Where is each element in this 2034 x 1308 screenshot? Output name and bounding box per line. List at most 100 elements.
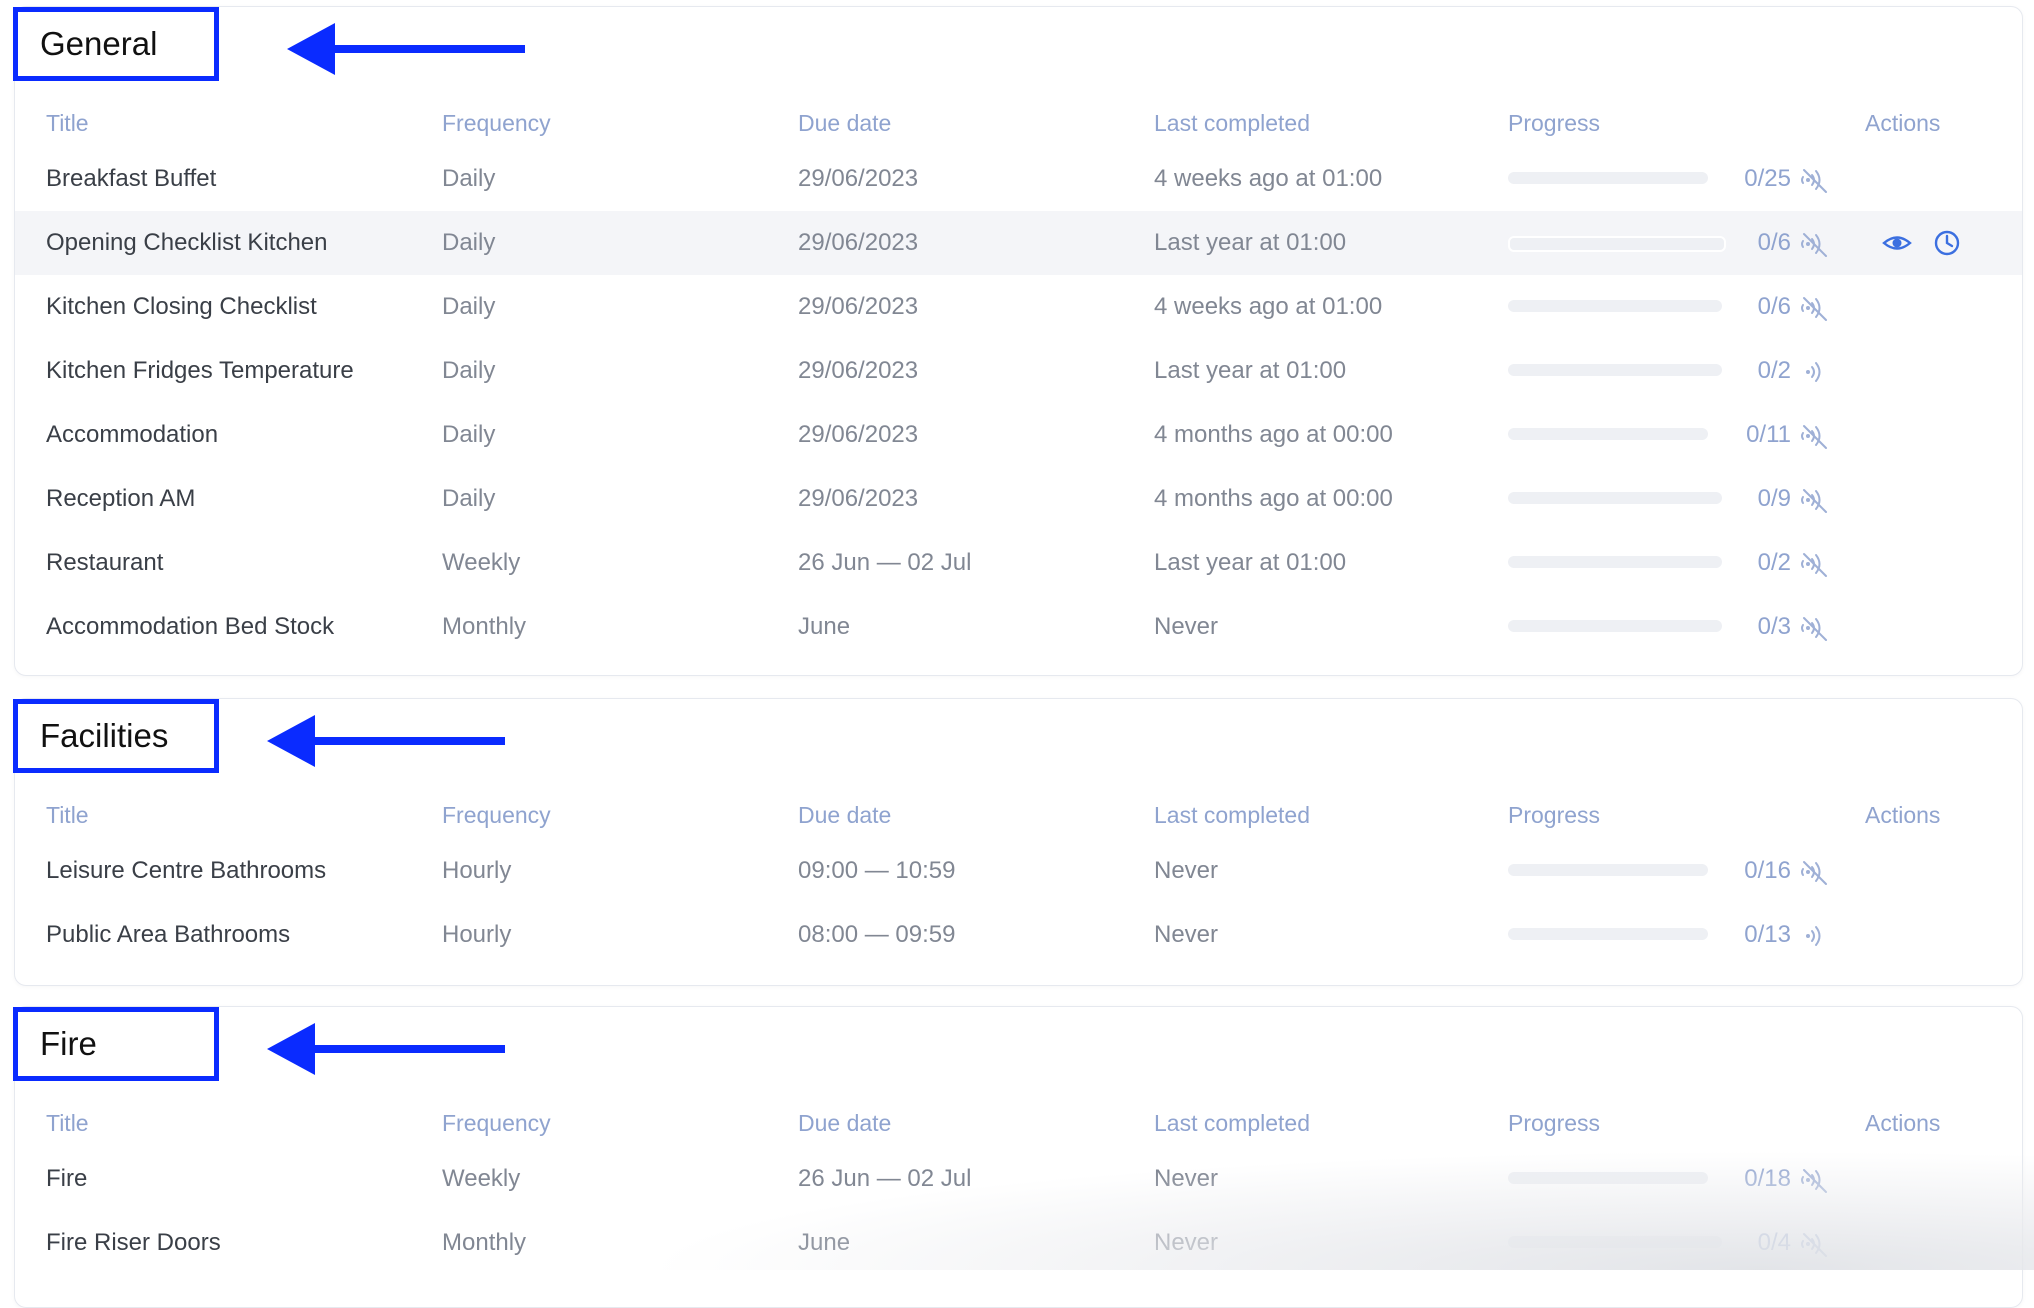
row-due-date: 08:00 — 09:59 [798, 921, 956, 948]
table-row[interactable]: Kitchen Closing Checklist Daily 29/06/2023… [15, 275, 2022, 339]
row-last-completed: 4 weeks ago at 01:00 [1154, 293, 1383, 320]
table-row[interactable]: Accommodation Bed Stock Monthly June Never 0… [15, 595, 2022, 659]
column-frequency: Frequency [442, 110, 551, 136]
section-card-facilities: Facilities Title Frequency Due date Last com… [13, 698, 2023, 986]
table-row[interactable]: Reception AM Daily 29/06/2023 4 months ago … [15, 467, 2022, 531]
row-title[interactable]: Opening Checklist Kitchen [46, 211, 327, 275]
row-frequency: Daily [442, 421, 496, 448]
section-title: Fire [13, 1007, 219, 1081]
progress-count: 0/6 [1757, 229, 1791, 256]
sensor-off-icon [1801, 425, 1827, 449]
row-last-completed: 4 months ago at 00:00 [1154, 421, 1393, 448]
column-actions: Actions [1865, 1110, 1941, 1136]
progress-count: 0/9 [1757, 485, 1791, 512]
row-frequency: Monthly [442, 613, 527, 640]
row-title[interactable]: Accommodation Bed Stock [46, 595, 334, 659]
row-due-date: 29/06/2023 [798, 293, 919, 320]
section-title: General [13, 7, 219, 81]
sensor-off-icon [1801, 297, 1827, 321]
table-row[interactable]: Fire Riser Doors Monthly June Never 0/4 [15, 1211, 2022, 1275]
row-frequency: Weekly [442, 549, 521, 576]
row-title[interactable]: Reception AM [46, 467, 195, 531]
row-last-completed: Never [1154, 1229, 1219, 1256]
progress-count: 0/11 [1746, 421, 1791, 448]
table-row[interactable]: Opening Checklist Kitchen Daily 29/06/2023… [15, 211, 2022, 275]
row-title[interactable]: Kitchen Closing Checklist [46, 275, 317, 339]
progress-count: 0/16 [1744, 857, 1791, 884]
row-title[interactable]: Kitchen Fridges Temperature [46, 339, 354, 403]
progress-bar [1508, 620, 1722, 632]
table-row[interactable]: Public Area Bathrooms Hourly 08:00 — 09:59… [15, 903, 2022, 967]
row-last-completed: Never [1154, 857, 1219, 884]
row-frequency: Daily [442, 485, 496, 512]
row-last-completed: 4 weeks ago at 01:00 [1154, 165, 1383, 192]
progress-count: 0/4 [1757, 1229, 1791, 1256]
row-title[interactable]: Breakfast Buffet [46, 147, 216, 211]
column-last-completed: Last completed [1154, 802, 1310, 828]
column-frequency: Frequency [442, 1110, 551, 1136]
row-frequency: Hourly [442, 921, 512, 948]
sensor-off-icon [1801, 1169, 1827, 1193]
row-title[interactable]: Leisure Centre Bathrooms [46, 839, 326, 903]
sensor-on-icon [1806, 926, 1821, 946]
row-title[interactable]: Accommodation [46, 403, 218, 467]
progress-count: 0/13 [1744, 921, 1791, 948]
column-title: Title [46, 1110, 89, 1136]
row-due-date: 26 Jun — 02 Jul [798, 549, 972, 576]
table-row[interactable]: Leisure Centre Bathrooms Hourly 09:00 — 10… [15, 839, 2022, 903]
row-due-date: 29/06/2023 [798, 165, 919, 192]
progress-count: 0/2 [1757, 549, 1791, 576]
row-frequency: Daily [442, 293, 496, 320]
eye-icon[interactable] [1881, 227, 1913, 259]
row-title[interactable]: Public Area Bathrooms [46, 903, 290, 967]
column-progress: Progress [1508, 1110, 1601, 1136]
row-last-completed: Last year at 01:00 [1154, 549, 1347, 576]
clock-icon[interactable] [1931, 227, 1963, 259]
row-title[interactable]: Fire Riser Doors [46, 1211, 221, 1275]
progress-count: 0/25 [1744, 165, 1791, 192]
progress-count: 0/6 [1757, 293, 1791, 320]
annotation-arrow-icon [267, 715, 505, 767]
progress-bar [1508, 428, 1708, 440]
row-due-date: 29/06/2023 [798, 421, 919, 448]
column-due-date: Due date [798, 1110, 892, 1136]
section-card-fire: Fire Title Frequency Due date Last completed… [13, 1006, 2023, 1308]
row-due-date: 09:00 — 10:59 [798, 857, 956, 884]
sensor-off-icon [1801, 489, 1827, 513]
progress-bar [1508, 300, 1722, 312]
row-last-completed: Last year at 01:00 [1154, 357, 1347, 384]
annotation-arrow-icon [287, 23, 525, 75]
table-row[interactable]: Restaurant Weekly 26 Jun — 02 Jul Last year… [15, 531, 2022, 595]
annotation-arrow-icon [267, 1023, 505, 1075]
table-row[interactable]: Breakfast Buffet Daily 29/06/2023 4 weeks a… [15, 147, 2022, 211]
table-row[interactable]: Fire Weekly 26 Jun — 02 Jul Never 0/18 [15, 1147, 2022, 1211]
row-frequency: Weekly [442, 1165, 521, 1192]
row-title[interactable]: Restaurant [46, 531, 163, 595]
progress-count: 0/18 [1744, 1165, 1791, 1192]
column-progress: Progress [1508, 802, 1601, 828]
table-row[interactable]: Kitchen Fridges Temperature Daily 29/06/20… [15, 339, 2022, 403]
sensor-off-icon [1801, 861, 1827, 885]
column-due-date: Due date [798, 110, 892, 136]
progress-bar [1508, 364, 1722, 376]
row-frequency: Monthly [442, 1229, 527, 1256]
row-last-completed: 4 months ago at 00:00 [1154, 485, 1393, 512]
row-frequency: Hourly [442, 857, 512, 884]
row-last-completed: Last year at 01:00 [1154, 229, 1347, 256]
progress-bar [1508, 172, 1708, 184]
section-title: Facilities [13, 699, 219, 773]
column-last-completed: Last completed [1154, 110, 1310, 136]
column-due-date: Due date [798, 802, 892, 828]
table-row[interactable]: Accommodation Daily 29/06/2023 4 months ago… [15, 403, 2022, 467]
table-header: Title Frequency Due date Last completed Prog… [15, 783, 2022, 847]
row-title[interactable]: Fire [46, 1147, 87, 1211]
row-due-date: 26 Jun — 02 Jul [798, 1165, 972, 1192]
row-frequency: Daily [442, 357, 496, 384]
row-due-date: 29/06/2023 [798, 357, 919, 384]
row-last-completed: Never [1154, 1165, 1219, 1192]
sensor-off-icon [1801, 233, 1827, 257]
section-card-general: General Title Frequency Due date Last comple… [13, 6, 2023, 676]
column-last-completed: Last completed [1154, 1110, 1310, 1136]
progress-count: 0/3 [1757, 613, 1791, 640]
sensor-off-icon [1801, 1233, 1827, 1257]
